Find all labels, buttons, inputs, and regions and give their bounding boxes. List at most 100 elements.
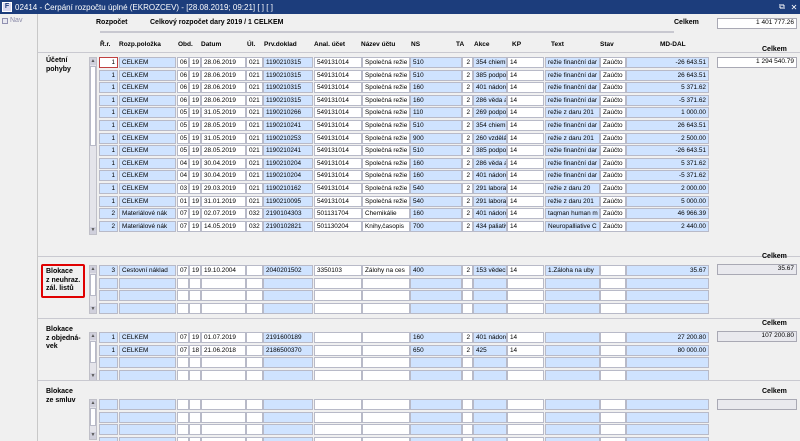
cell-ta[interactable]: 2 [462, 57, 473, 68]
cell-anal[interactable]: 549131014 [314, 195, 362, 207]
cell-ta[interactable] [462, 357, 473, 369]
cell-ta[interactable] [462, 411, 473, 423]
cell-rr[interactable]: 1 [99, 183, 118, 194]
cell-prv[interactable]: 2190104303 [263, 208, 313, 220]
cell-kp[interactable]: 14 [507, 265, 544, 276]
cell-akce[interactable]: 401 nádoro [473, 208, 507, 220]
scroll-down-icon[interactable]: ▼ [90, 306, 96, 313]
cell-ns[interactable]: 900 [410, 132, 462, 144]
cell-rr[interactable]: 1 [99, 170, 118, 182]
cell-rozp[interactable] [119, 411, 176, 423]
cell-md[interactable]: 27 200.80 [626, 332, 709, 343]
cell-datum[interactable]: 28.06.2019 [201, 94, 246, 106]
cell-akce[interactable] [473, 399, 507, 410]
cell-datum[interactable]: 31.01.2019 [201, 195, 246, 207]
cell-rr[interactable]: 1 [99, 332, 118, 343]
cell-md[interactable] [626, 399, 709, 410]
cell-obd[interactable] [177, 411, 189, 423]
cell-akce[interactable] [473, 436, 507, 441]
cell-rozp[interactable] [119, 399, 176, 410]
cell-md[interactable]: 5 000.00 [626, 195, 709, 207]
cell-akce[interactable]: 401 nádoro [473, 170, 507, 182]
cell-datum[interactable]: 28.06.2019 [201, 69, 246, 81]
cell-nazev[interactable]: Společná režie [362, 145, 410, 157]
cell-kp[interactable] [507, 277, 544, 289]
cell-rr[interactable] [99, 399, 118, 410]
cell-kp[interactable] [507, 290, 544, 302]
cell-akce[interactable] [473, 290, 507, 302]
cell-ta[interactable]: 2 [462, 132, 473, 144]
cell-datum[interactable]: 14.05.2019 [201, 220, 246, 232]
cell-nazev[interactable]: Společná režie [362, 94, 410, 106]
cell-kp[interactable] [507, 424, 544, 436]
cell-anal[interactable]: 549131014 [314, 157, 362, 169]
cell-nazev[interactable] [362, 277, 410, 289]
cell-rr[interactable]: 1 [99, 195, 118, 207]
cell-text[interactable]: režie finanční dar [545, 120, 600, 131]
cell-md[interactable]: -26 643.51 [626, 145, 709, 157]
cell-md[interactable]: 46 966.39 [626, 208, 709, 220]
cell-ul[interactable]: 021 [246, 132, 263, 144]
cell-ul[interactable]: 021 [246, 157, 263, 169]
scroll-thumb[interactable] [90, 341, 96, 363]
cell-obd[interactable]: 06 [177, 69, 189, 81]
cell-text[interactable]: režie finanční dar [545, 57, 600, 68]
cell-obd[interactable] [177, 399, 189, 410]
cell-ul[interactable] [246, 344, 263, 356]
cell-text[interactable] [545, 302, 600, 314]
cell-ta[interactable]: 2 [462, 69, 473, 81]
cell-text[interactable]: režie finanční dar [545, 94, 600, 106]
cell-ta[interactable]: 2 [462, 195, 473, 207]
cell-prv[interactable]: 1190210266 [263, 107, 313, 119]
cell-rr[interactable]: 1 [99, 344, 118, 356]
cell-rozp[interactable]: Materiálové nák [119, 208, 176, 220]
cell-anal[interactable] [314, 277, 362, 289]
cell-ul2[interactable]: 19 [189, 120, 201, 131]
cell-akce[interactable]: 291 laborat [473, 183, 507, 194]
cell-anal[interactable]: 549131014 [314, 132, 362, 144]
cell-ul[interactable]: 021 [246, 107, 263, 119]
cell-kp[interactable]: 14 [507, 208, 544, 220]
cell-obd[interactable]: 01 [177, 195, 189, 207]
cell-akce[interactable]: 286 věda a [473, 94, 507, 106]
cell-ul[interactable]: 021 [246, 82, 263, 94]
cell-md[interactable]: -5 371.62 [626, 170, 709, 182]
cell-rr[interactable]: 1 [99, 145, 118, 157]
cell-prv[interactable] [263, 436, 313, 441]
cell-prv[interactable]: 1190210162 [263, 183, 313, 194]
cell-ta[interactable] [462, 436, 473, 441]
cell-rr[interactable]: 1 [99, 132, 118, 144]
cell-prv[interactable]: 2190102821 [263, 220, 313, 232]
cell-stav[interactable]: Zaúčto [600, 69, 626, 81]
cell-md[interactable] [626, 436, 709, 441]
cell-text[interactable]: 1.Záloha na uby [545, 265, 600, 276]
cell-prv[interactable] [263, 424, 313, 436]
scrollbar[interactable]: ▲ ▼ [89, 57, 97, 235]
cell-prv[interactable]: 2191600189 [263, 332, 313, 343]
cell-text[interactable]: režie finanční dar [545, 157, 600, 169]
cell-ns[interactable]: 510 [410, 69, 462, 81]
cell-datum[interactable] [201, 424, 246, 436]
cell-ta[interactable] [462, 424, 473, 436]
cell-ta[interactable]: 2 [462, 82, 473, 94]
cell-akce[interactable]: 401 nádoro [473, 332, 507, 343]
cell-prv[interactable]: 2040201502 [263, 265, 313, 276]
cell-ta[interactable]: 2 [462, 120, 473, 131]
scroll-down-icon[interactable]: ▼ [90, 227, 96, 234]
cell-ul2[interactable]: 19 [189, 183, 201, 194]
cell-text[interactable] [545, 290, 600, 302]
cell-text[interactable]: režie finanční dar [545, 170, 600, 182]
cell-ul2[interactable] [189, 399, 201, 410]
cell-obd[interactable] [177, 424, 189, 436]
cell-nazev[interactable]: Společná režie [362, 183, 410, 194]
cell-akce[interactable]: 401 nádoro [473, 82, 507, 94]
cell-rozp[interactable]: CELKEM [119, 120, 176, 131]
cell-kp[interactable]: 14 [507, 220, 544, 232]
cell-obd[interactable]: 07 [177, 220, 189, 232]
cell-nazev[interactable] [362, 424, 410, 436]
cell-prv[interactable] [263, 290, 313, 302]
cell-ns[interactable]: 510 [410, 120, 462, 131]
cell-md[interactable]: 1 000.00 [626, 107, 709, 119]
cell-ns[interactable]: 650 [410, 344, 462, 356]
cell-kp[interactable]: 14 [507, 69, 544, 81]
